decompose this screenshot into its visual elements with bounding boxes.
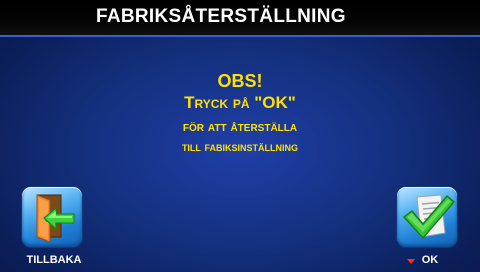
title-bar: FABRIKSÅTERSTÄLLNING	[0, 0, 480, 37]
page-title: FABRIKSÅTERSTÄLLNING	[96, 6, 346, 27]
instruction-line-1: Tryck på "OK"	[184, 93, 296, 112]
document-check-icon	[402, 194, 455, 240]
ok-button-label[interactable]: OK	[400, 254, 460, 266]
instruction-line-3: till fabiksinställning	[181, 139, 299, 154]
screen: FABRIKSÅTERSTÄLLNING OBS! Tryck på "OK" …	[0, 0, 480, 272]
instruction-line-2: för att återställa	[182, 118, 298, 134]
ok-button[interactable]	[397, 187, 457, 247]
door-exit-icon	[36, 194, 75, 243]
back-button[interactable]	[22, 187, 82, 247]
warning-heading: OBS!	[217, 71, 263, 91]
back-button-label[interactable]: TILLBAKA	[14, 254, 94, 266]
